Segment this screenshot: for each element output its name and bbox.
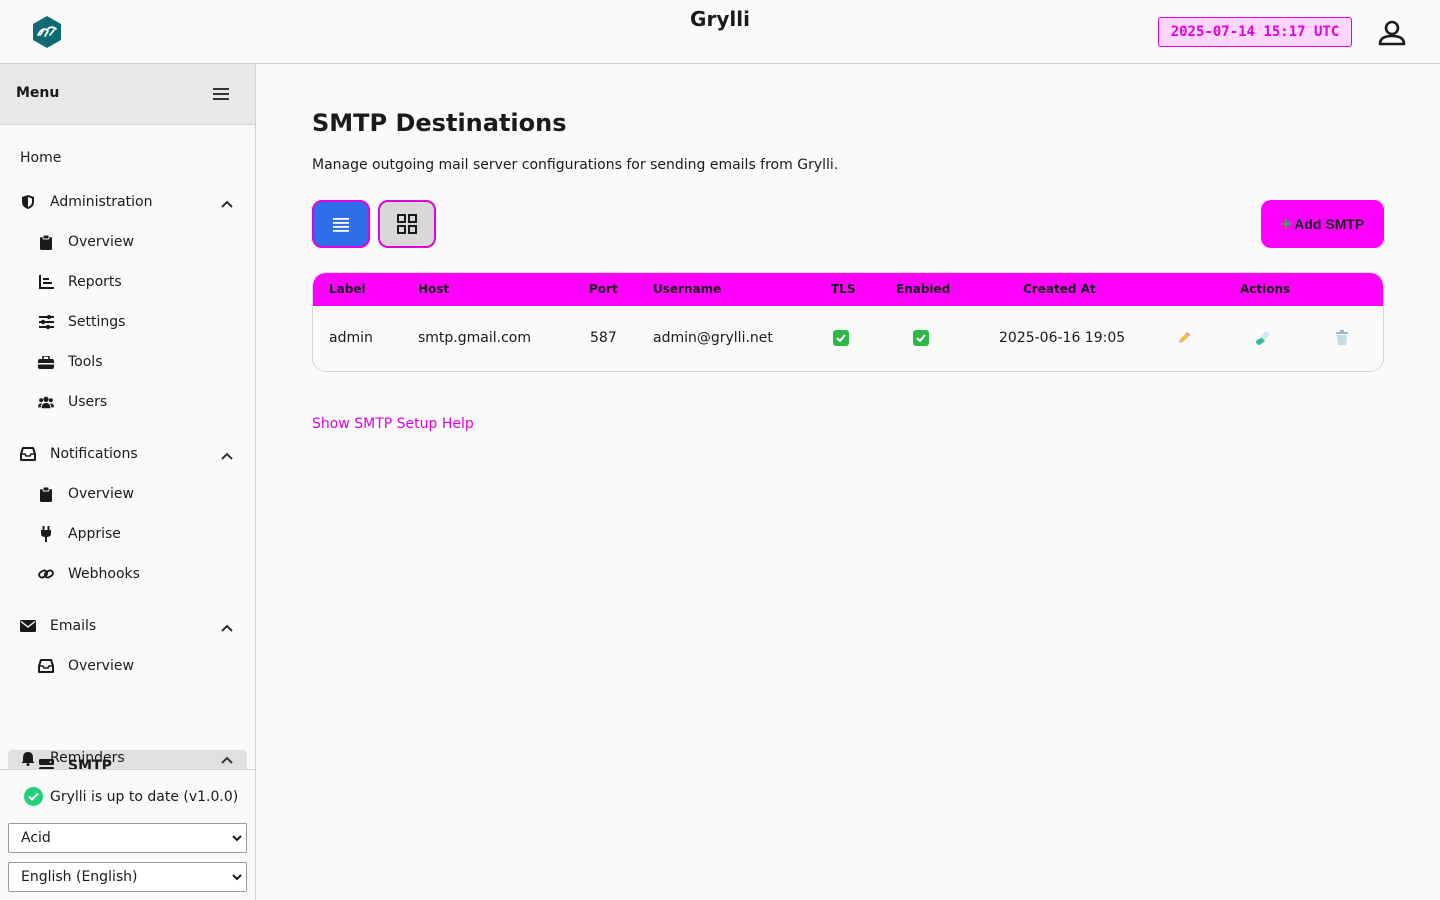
envelope-icon: [20, 618, 36, 634]
sidebar-item-label: Webhooks: [68, 566, 140, 582]
column-header-tls[interactable]: TLS: [831, 282, 855, 296]
enabled-check-icon: [913, 330, 929, 346]
smtp-help-link[interactable]: Show SMTP Setup Help: [312, 416, 474, 432]
sidebar-section-notifications[interactable]: Notifications: [20, 446, 138, 462]
sidebar: Menu Home Administration Overview Report…: [0, 64, 256, 900]
sidebar-section-label: Reminders: [50, 750, 125, 766]
cell-host: smtp.gmail.com: [418, 330, 531, 346]
language-select[interactable]: English (English): [8, 862, 247, 892]
list-icon: [333, 218, 349, 232]
sidebar-item-label: Overview: [68, 234, 134, 250]
language-select-value: English (English): [21, 869, 138, 885]
page-title: SMTP Destinations: [312, 109, 567, 137]
theme-select-value: Acid: [21, 830, 51, 846]
inbox-icon: [38, 658, 54, 674]
list-view-button[interactable]: [312, 200, 370, 248]
cell-created-at: 2025-06-16 19:05: [999, 330, 1126, 346]
sidebar-item-settings[interactable]: Settings: [38, 314, 125, 330]
test-tube-icon[interactable]: [1254, 329, 1272, 347]
column-header-port[interactable]: Port: [589, 282, 618, 296]
utc-clock: 2025-07-14 15:17 UTC: [1158, 17, 1352, 47]
sidebar-item-label: Apprise: [68, 526, 121, 542]
sidebar-item-admin-overview[interactable]: Overview: [38, 234, 134, 250]
sidebar-section-administration[interactable]: Administration: [20, 194, 152, 210]
sidebar-item-home[interactable]: Home: [20, 150, 61, 166]
menu-title: Menu: [16, 85, 60, 101]
trash-icon[interactable]: [1333, 329, 1351, 347]
plug-icon: [38, 526, 54, 542]
sidebar-item-apprise[interactable]: Apprise: [38, 526, 121, 542]
cell-label: admin: [329, 330, 373, 346]
grid-view-button[interactable]: [378, 200, 436, 248]
chevron-up-icon[interactable]: [220, 623, 234, 633]
users-icon: [38, 394, 54, 410]
plus-icon: +: [1280, 213, 1292, 234]
sidebar-section-label: Emails: [50, 618, 97, 634]
chevron-down-icon: [232, 835, 242, 842]
theme-select[interactable]: Acid: [8, 823, 247, 853]
sidebar-item-label: Tools: [68, 354, 103, 370]
sidebar-item-label: Overview: [68, 486, 134, 502]
grid-icon: [397, 214, 417, 234]
shield-icon: [20, 194, 36, 210]
sidebar-section-emails[interactable]: Emails: [20, 618, 96, 634]
column-header-created-at[interactable]: Created At: [1023, 282, 1096, 296]
sidebar-item-webhooks[interactable]: Webhooks: [38, 566, 140, 582]
tls-check-icon: [833, 330, 849, 346]
sidebar-item-tools[interactable]: Tools: [38, 354, 103, 370]
table-header: Label Host Port Username TLS Enabled Cre…: [313, 273, 1383, 306]
cell-username: admin@grylli.net: [653, 330, 773, 346]
sidebar-item-reports[interactable]: Reports: [38, 274, 122, 290]
chevron-up-icon[interactable]: [220, 199, 234, 209]
sliders-icon: [38, 314, 54, 330]
smtp-table: Label Host Port Username TLS Enabled Cre…: [312, 272, 1384, 372]
chevron-up-icon[interactable]: [220, 755, 234, 765]
sidebar-item-emails-overview[interactable]: Overview: [38, 658, 134, 674]
column-header-username[interactable]: Username: [653, 282, 721, 296]
update-status-text: Grylli is up to date (v1.0.0): [50, 788, 239, 805]
sidebar-item-label: Home: [20, 150, 62, 166]
sidebar-footer: Grylli is up to date (v1.0.0) Acid Engli…: [0, 769, 255, 900]
column-header-enabled[interactable]: Enabled: [896, 282, 950, 296]
sidebar-item-label: Settings: [68, 314, 126, 330]
sidebar-item-label: Reports: [68, 274, 122, 290]
column-header-label[interactable]: Label: [329, 282, 366, 296]
add-smtp-button[interactable]: + Add SMTP: [1261, 200, 1384, 248]
add-smtp-label: Add SMTP: [1294, 216, 1365, 232]
pencil-icon[interactable]: [1175, 329, 1193, 347]
clipboard-icon: [38, 234, 54, 250]
sidebar-section-label: Notifications: [50, 446, 138, 462]
cell-port: 587: [590, 330, 617, 346]
page-description: Manage outgoing mail server configuratio…: [312, 157, 839, 173]
sidebar-item-label: Overview: [68, 658, 134, 674]
column-header-actions: Actions: [1240, 282, 1291, 296]
inbox-icon: [20, 446, 36, 462]
top-bar: Grylli 2025-07-14 15:17 UTC: [0, 0, 1440, 64]
update-status: Grylli is up to date (v1.0.0): [24, 787, 238, 806]
link-icon: [38, 566, 54, 582]
bell-icon: [20, 750, 36, 766]
sidebar-section-label: Administration: [50, 194, 153, 210]
clipboard-icon: [38, 486, 54, 502]
chart-bars-icon: [38, 274, 54, 290]
column-header-host[interactable]: Host: [418, 282, 449, 296]
sidebar-item-users[interactable]: Users: [38, 394, 107, 410]
sidebar-item-notifications-overview[interactable]: Overview: [38, 486, 134, 502]
chevron-up-icon[interactable]: [220, 451, 234, 461]
sidebar-item-label: Users: [68, 394, 108, 410]
nav-list[interactable]: Home Administration Overview Reports Set…: [0, 125, 255, 769]
sidebar-section-reminders[interactable]: Reminders: [20, 750, 125, 766]
chevron-down-icon: [232, 874, 242, 881]
user-icon[interactable]: [1377, 19, 1407, 47]
menu-header: Menu: [0, 64, 255, 125]
check-circle-icon: [24, 787, 43, 806]
toolbox-icon: [38, 354, 54, 370]
hamburger-icon[interactable]: [212, 86, 230, 102]
